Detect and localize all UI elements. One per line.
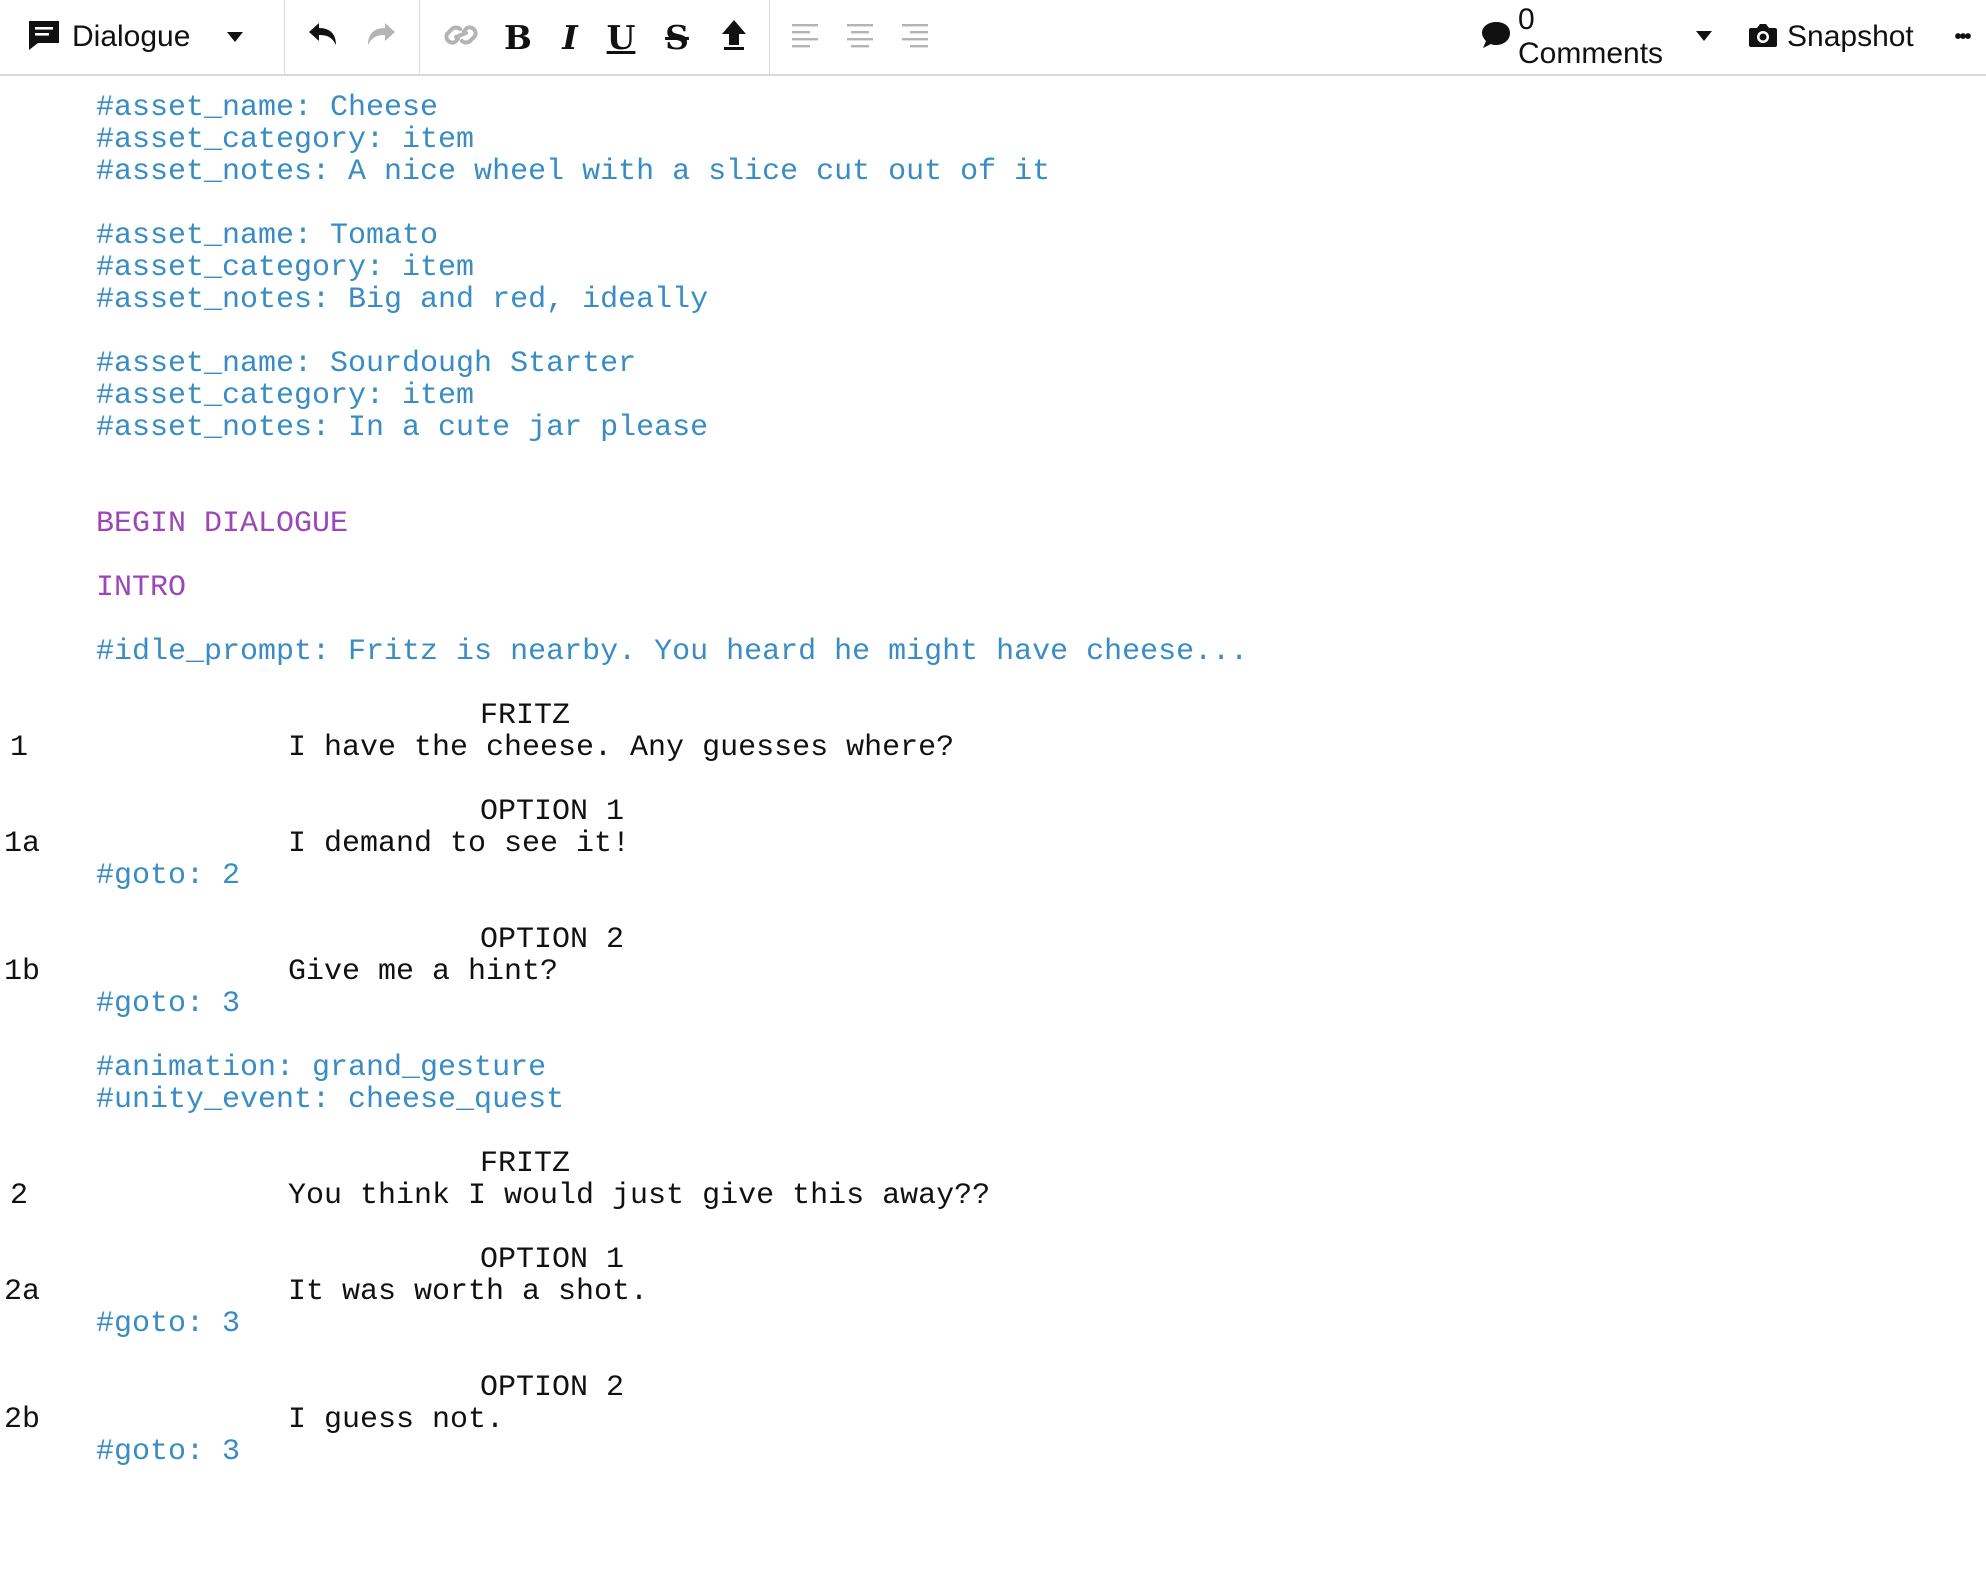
italic-button[interactable]: I (552, 0, 588, 74)
line-number: 1 (10, 731, 29, 765)
comment-icon (1480, 20, 1512, 55)
line-number: 2b (4, 1403, 41, 1437)
option-label: OPTION 1 (480, 1243, 625, 1277)
option-label: OPTION 2 (480, 1371, 625, 1405)
option-label: OPTION 2 (480, 923, 625, 957)
goto-note: #goto: 2 (96, 859, 241, 893)
align-center-button[interactable] (843, 0, 877, 74)
bold-icon: B (504, 17, 532, 57)
line-number: 1b (4, 955, 41, 989)
align-right-icon (900, 22, 930, 53)
chevron-down-icon (226, 30, 244, 48)
idle-prompt-note: #idle_prompt: Fritz is nearby. You heard… (96, 635, 1249, 669)
camera-icon (1747, 21, 1779, 54)
bold-button[interactable]: B (500, 0, 536, 74)
strikethrough-icon: S (665, 17, 689, 57)
option-text: Give me a hint? (288, 955, 559, 989)
unity-event-note: #unity_event: cheese_quest (96, 1083, 565, 1117)
begin-dialogue-heading: BEGIN DIALOGUE (96, 507, 349, 541)
more-icon: ••• (1954, 25, 1971, 48)
asset-notes: #asset_notes: A nice wheel with a slice … (96, 155, 1051, 189)
asset-category: #asset_category: item (96, 251, 475, 285)
asset-category: #asset_category: item (96, 379, 475, 413)
link-button[interactable] (438, 0, 484, 74)
toolbar-divider (769, 0, 770, 74)
uppercase-button[interactable] (714, 0, 754, 74)
undo-button[interactable] (302, 0, 344, 74)
more-options-button[interactable]: ••• (1944, 0, 1980, 74)
snapshot-button[interactable]: Snapshot (1747, 0, 1914, 74)
asset-notes: #asset_notes: Big and red, ideally (96, 283, 709, 317)
option-text: I guess not. (288, 1403, 505, 1437)
underline-button[interactable]: U (603, 0, 639, 74)
option-text: I demand to see it! (288, 827, 631, 861)
align-left-button[interactable] (788, 0, 822, 74)
goto-note: #goto: 3 (96, 987, 241, 1021)
comments-label: 0 Comments (1518, 3, 1664, 70)
option-text: It was worth a shot. (288, 1275, 649, 1309)
dialogue-line: I have the cheese. Any guesses where? (288, 731, 955, 765)
element-type-label: Dialogue (72, 20, 191, 53)
element-type-icon (26, 19, 62, 56)
strikethrough-button[interactable]: S (659, 0, 695, 74)
toolbar-divider (419, 0, 420, 74)
element-type-dropdown[interactable]: Dialogue (26, 0, 251, 74)
option-label: OPTION 1 (480, 795, 625, 829)
italic-icon: I (562, 17, 578, 57)
undo-icon (307, 21, 339, 54)
goto-note: #goto: 3 (96, 1435, 241, 1469)
align-center-icon (845, 22, 875, 53)
animation-note: #animation: grand_gesture (96, 1051, 547, 1085)
redo-button[interactable] (360, 0, 402, 74)
asset-category: #asset_category: item (96, 123, 475, 157)
arrow-up-icon (720, 19, 748, 56)
underline-icon: U (606, 17, 636, 57)
character-name: FRITZ (480, 699, 571, 733)
comments-dropdown[interactable]: 0 Comments (1480, 0, 1712, 74)
asset-name: #asset_name: Cheese (96, 91, 439, 125)
toolbar-divider (284, 0, 285, 74)
line-number: 2a (4, 1275, 41, 1309)
align-right-button[interactable] (898, 0, 932, 74)
redo-icon (365, 21, 397, 54)
character-name: FRITZ (480, 1147, 571, 1181)
asset-name: #asset_name: Tomato (96, 219, 439, 253)
asset-name: #asset_name: Sourdough Starter (96, 347, 637, 381)
editor-toolbar: Dialogue B I U S 0 Comments Snapshot ••• (0, 0, 1986, 76)
script-document[interactable]: #asset_name: Cheese #asset_category: ite… (0, 76, 1986, 1490)
link-icon (442, 19, 480, 56)
align-left-icon (790, 22, 820, 53)
goto-note: #goto: 3 (96, 1307, 241, 1341)
asset-notes: #asset_notes: In a cute jar please (96, 411, 709, 445)
dialogue-line: You think I would just give this away?? (288, 1179, 991, 1213)
line-number: 1a (4, 827, 41, 861)
intro-heading: INTRO (96, 571, 187, 605)
line-number: 2 (10, 1179, 29, 1213)
snapshot-label: Snapshot (1787, 20, 1914, 53)
caret-down-icon (1696, 28, 1712, 46)
